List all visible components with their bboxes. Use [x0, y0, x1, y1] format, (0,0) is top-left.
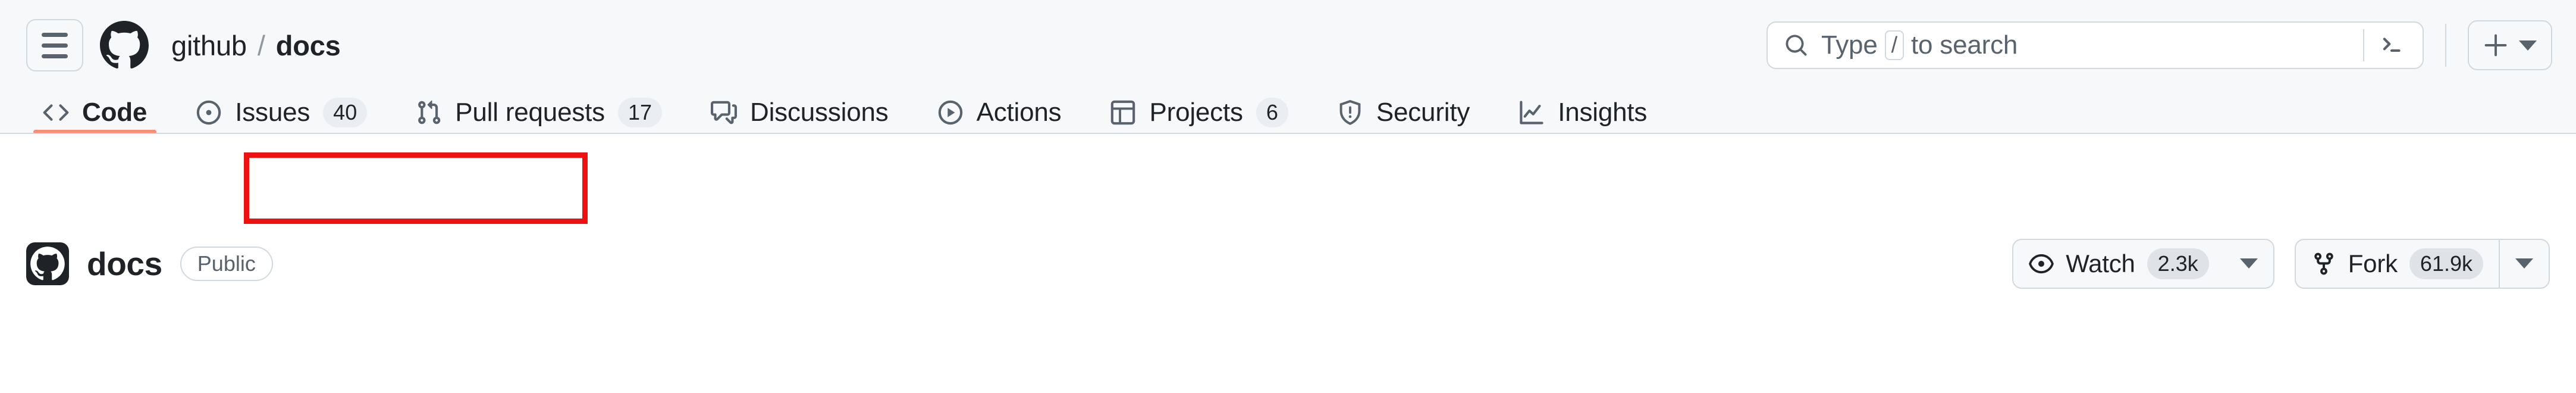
eye-icon — [2029, 254, 2054, 273]
git-pull-request-icon — [418, 100, 441, 124]
watch-dropdown-toggle[interactable] — [2224, 240, 2273, 288]
tab-actions[interactable]: Actions — [921, 91, 1078, 134]
github-logo-icon[interactable] — [100, 21, 149, 70]
breadcrumb-separator: / — [257, 29, 265, 61]
graph-icon — [1520, 100, 1543, 124]
table-icon — [1111, 100, 1135, 124]
global-header: github / docs Type / to search Code Issu… — [0, 0, 2576, 134]
fork-label: Fork — [2348, 249, 2398, 277]
tab-label: Actions — [976, 97, 1062, 127]
breadcrumb: github / docs — [171, 29, 341, 62]
tab-projects[interactable]: Projects 6 — [1093, 91, 1304, 134]
search-placeholder: Type / to search — [1821, 30, 2017, 60]
tab-label: Issues — [235, 97, 310, 127]
repository-identity: docs Public — [26, 242, 273, 285]
watch-count: 2.3k — [2147, 248, 2209, 279]
search-placeholder-prefix: Type — [1821, 30, 1878, 60]
hamburger-menu-icon[interactable] — [26, 19, 83, 71]
watch-button-main[interactable]: Watch 2.3k — [2013, 240, 2224, 288]
command-palette-button[interactable] — [2363, 29, 2423, 61]
play-circle-icon — [938, 100, 962, 124]
hamburger-bar — [42, 54, 68, 58]
global-header-row: github / docs Type / to search — [0, 0, 2576, 91]
search-icon — [1786, 35, 1807, 56]
create-new-button[interactable] — [2468, 20, 2552, 70]
tab-discussions[interactable]: Discussions — [694, 91, 905, 134]
fork-count: 61.9k — [2409, 248, 2483, 279]
tab-counter: 17 — [617, 97, 663, 127]
comment-discussion-icon — [711, 101, 738, 124]
repository-nav-tabs: Code Issues 40 Pull requests 17 Discussi… — [0, 91, 2576, 134]
tab-label: Discussions — [750, 97, 889, 127]
tab-label: Code — [82, 97, 148, 127]
chevron-down-icon — [2239, 258, 2258, 269]
fork-button-main[interactable]: Fork 61.9k — [2296, 240, 2499, 288]
watch-button[interactable]: Watch 2.3k — [2012, 238, 2274, 289]
terminal-prompt-icon — [2383, 38, 2401, 52]
chevron-down-icon — [2515, 258, 2533, 269]
fork-dropdown-toggle[interactable] — [2499, 239, 2549, 288]
tab-pull-requests[interactable]: Pull requests 17 — [399, 91, 679, 134]
tab-counter: 6 — [1256, 97, 1288, 127]
search-slash-key: / — [1884, 30, 1904, 60]
header-divider — [2445, 24, 2446, 67]
breadcrumb-repo[interactable]: docs — [276, 29, 341, 62]
watch-label: Watch — [2066, 249, 2135, 277]
tab-issues[interactable]: Issues 40 — [179, 91, 384, 134]
tab-label: Security — [1376, 97, 1470, 127]
tab-label: Pull requests — [455, 97, 605, 127]
tab-security[interactable]: Security — [1320, 91, 1486, 134]
breadcrumb-owner[interactable]: github — [171, 29, 247, 62]
shield-icon — [1339, 99, 1361, 125]
repo-forked-icon — [2314, 252, 2333, 275]
fork-button[interactable]: Fork 61.9k — [2294, 238, 2550, 289]
tab-insights[interactable]: Insights — [1502, 91, 1664, 134]
repository-title-row: docs Public Watch 2.3k Fork 61.9k — [0, 134, 2576, 393]
search-placeholder-suffix: to search — [1910, 30, 2018, 60]
tab-label: Projects — [1149, 97, 1243, 127]
status-badge: Public — [180, 246, 273, 281]
issue-opened-icon — [196, 100, 221, 124]
tab-code[interactable]: Code — [26, 91, 164, 134]
tab-label: Insights — [1558, 97, 1648, 127]
chevron-down-icon — [2519, 40, 2537, 51]
page-title[interactable]: docs — [87, 245, 162, 283]
tab-counter: 40 — [323, 97, 368, 127]
github-repo-avatar-icon[interactable] — [26, 242, 69, 285]
code-icon — [43, 104, 69, 121]
search-input[interactable]: Type / to search — [1767, 21, 2424, 69]
hamburger-bar — [42, 32, 68, 37]
hamburger-bar — [42, 43, 68, 48]
plus-icon — [2484, 34, 2507, 57]
repository-actions: Watch 2.3k Fork 61.9k — [2012, 238, 2550, 289]
